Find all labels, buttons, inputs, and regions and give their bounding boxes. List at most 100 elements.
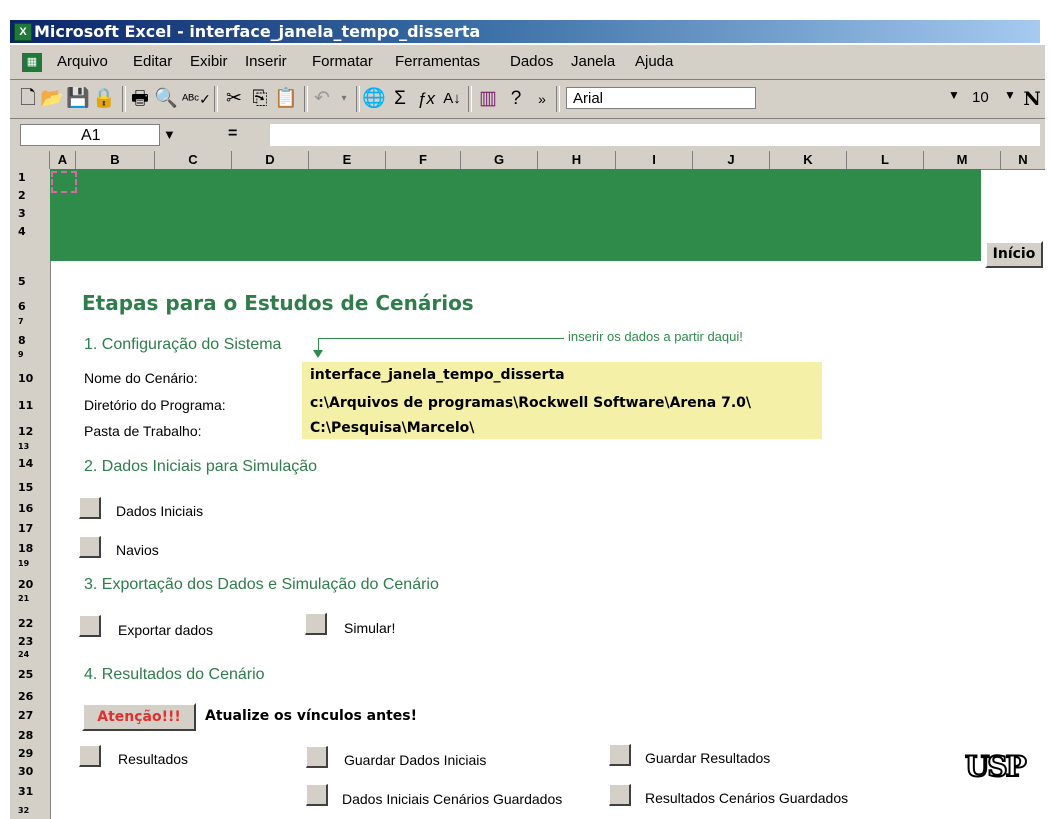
field-value-nome-cenario[interactable]: interface_janela_tempo_disserta [310, 367, 565, 383]
dados-iniciais-label[interactable]: Dados Iniciais [116, 503, 203, 519]
formula-input[interactable] [270, 124, 1040, 146]
column-header[interactable]: L [847, 151, 924, 169]
row-header[interactable]: 10 [10, 372, 50, 385]
name-box-dropdown-icon[interactable]: ▼ [163, 127, 176, 142]
exportar-dados-label[interactable]: Exportar dados [118, 622, 213, 638]
row-header[interactable]: 29 [10, 747, 50, 760]
navios-label[interactable]: Navios [116, 542, 159, 558]
hyperlink-icon[interactable]: 🌐 [362, 88, 386, 110]
sort-ascending-icon[interactable]: A↓ [440, 88, 464, 110]
copy-icon[interactable]: ⎘ [248, 88, 272, 110]
field-value-diretorio-programa[interactable]: c:\Arquivos de programas\Rockwell Softwa… [310, 395, 751, 411]
menu-arquivo[interactable]: Arquivo [57, 53, 108, 70]
font-name-dropdown-icon[interactable]: ▼ [948, 88, 960, 102]
name-box[interactable]: A1 [20, 124, 160, 146]
row-header[interactable]: 27 [10, 709, 50, 722]
menu-dados[interactable]: Dados [510, 53, 553, 70]
resultados-label[interactable]: Resultados [118, 751, 188, 767]
row-header[interactable]: 19 [10, 559, 50, 568]
font-name-box[interactable]: Arial [566, 87, 756, 109]
dados-iniciais-guardados-button[interactable] [306, 784, 328, 806]
column-header[interactable]: N [1001, 151, 1045, 169]
font-size-box[interactable]: 10 [966, 87, 1006, 109]
menu-ferramentas[interactable]: Ferramentas [395, 53, 480, 70]
row-header[interactable]: 11 [10, 399, 50, 412]
field-value-pasta-trabalho[interactable]: C:\Pesquisa\Marcelo\ [310, 420, 474, 436]
resultados-button[interactable] [79, 745, 101, 767]
guardar-dados-iniciais-label[interactable]: Guardar Dados Iniciais [344, 752, 486, 768]
row-header[interactable]: 8 [10, 334, 50, 347]
row-header[interactable]: 22 [10, 617, 50, 630]
dados-iniciais-button[interactable] [79, 497, 101, 519]
dados-iniciais-guardados-label[interactable]: Dados Iniciais Cenários Guardados [342, 791, 562, 807]
print-preview-icon[interactable]: 🔍 [154, 88, 178, 110]
atencao-button[interactable]: Atenção!!! [82, 703, 196, 731]
row-header[interactable]: 23 [10, 635, 50, 648]
paste-icon[interactable]: 📋 [274, 88, 298, 110]
row-header[interactable]: 7 [10, 317, 50, 326]
column-header[interactable]: H [538, 151, 616, 169]
guardar-resultados-button[interactable] [609, 744, 631, 766]
save-icon[interactable]: 💾 [66, 88, 90, 110]
row-header[interactable]: 12 [10, 425, 50, 438]
column-header[interactable]: J [693, 151, 770, 169]
column-header[interactable]: E [309, 151, 386, 169]
navios-button[interactable] [79, 536, 101, 558]
column-header[interactable]: I [616, 151, 693, 169]
row-header[interactable]: 18 [10, 542, 50, 555]
new-document-icon[interactable]: 🗋 [16, 88, 40, 110]
permission-icon[interactable]: 🔒 [92, 88, 116, 110]
autosum-icon[interactable]: Σ [388, 88, 412, 110]
row-header[interactable]: 14 [10, 457, 50, 470]
active-cell-a1[interactable] [51, 171, 77, 193]
simular-button[interactable] [305, 613, 327, 635]
row-header[interactable]: 32 [10, 806, 50, 815]
row-header[interactable]: 2 [10, 189, 50, 202]
row-header[interactable]: 3 [10, 207, 50, 220]
column-header[interactable]: F [386, 151, 461, 169]
undo-dropdown-icon[interactable]: ▾ [332, 88, 356, 110]
menu-inserir[interactable]: Inserir [245, 53, 287, 70]
exportar-dados-button[interactable] [79, 615, 101, 637]
open-folder-icon[interactable]: 📂 [40, 88, 64, 110]
row-header[interactable]: 17 [10, 522, 50, 535]
column-header[interactable]: M [924, 151, 1001, 169]
spelling-icon[interactable]: ᴬᴮᶜ✓ [182, 88, 211, 110]
row-header[interactable]: 15 [10, 481, 50, 494]
row-header[interactable]: 16 [10, 502, 50, 515]
row-header[interactable]: 9 [10, 350, 50, 359]
resultados-guardados-label[interactable]: Resultados Cenários Guardados [645, 790, 848, 806]
row-header[interactable]: 5 [10, 275, 50, 288]
formula-equals-icon[interactable]: = [228, 125, 237, 143]
function-icon[interactable]: ƒx [414, 88, 438, 110]
resultados-guardados-button[interactable] [609, 784, 631, 806]
toolbar-options-icon[interactable]: » [530, 88, 554, 110]
undo-icon[interactable]: ↶ [310, 88, 334, 110]
excel-app-icon[interactable]: X [14, 23, 32, 41]
row-header[interactable]: 20 [10, 578, 50, 591]
row-header[interactable]: 4 [10, 225, 50, 238]
column-header[interactable]: B [76, 151, 155, 169]
menu-exibir[interactable]: Exibir [190, 53, 228, 70]
print-icon[interactable]: 🖶 [128, 88, 152, 110]
row-header[interactable]: 13 [10, 442, 50, 451]
row-header[interactable]: 28 [10, 729, 50, 742]
guardar-dados-iniciais-button[interactable] [306, 746, 328, 768]
column-header[interactable]: D [232, 151, 309, 169]
font-size-dropdown-icon[interactable]: ▼ [1004, 88, 1016, 102]
menu-formatar[interactable]: Formatar [312, 53, 373, 70]
row-header[interactable]: 25 [10, 668, 50, 681]
row-header[interactable]: 31 [10, 785, 50, 798]
cut-icon[interactable]: ✂ [222, 88, 246, 110]
column-header[interactable]: G [461, 151, 538, 169]
chart-wizard-icon[interactable]: ▥ [476, 88, 500, 110]
row-header[interactable]: 1 [10, 171, 50, 184]
menu-janela[interactable]: Janela [571, 53, 615, 70]
menu-ajuda[interactable]: Ajuda [635, 53, 673, 70]
row-header[interactable]: 26 [10, 690, 50, 703]
bold-button[interactable]: N [1020, 88, 1044, 110]
inicio-button[interactable]: Início [985, 241, 1043, 268]
row-header[interactable]: 24 [10, 650, 50, 659]
column-header[interactable]: C [155, 151, 232, 169]
menu-editar[interactable]: Editar [133, 53, 172, 70]
